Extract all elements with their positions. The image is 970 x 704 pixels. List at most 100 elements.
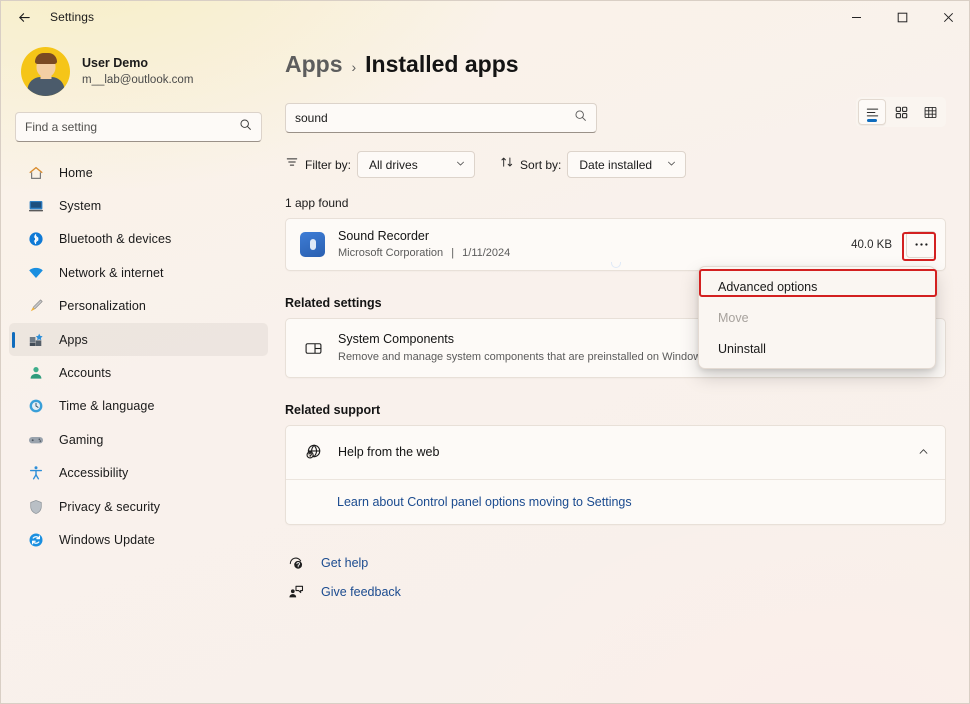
filter-group: Filter by: All drives: [285, 151, 475, 178]
sort-group: Sort by: Date installed: [500, 151, 686, 178]
app-publisher: Microsoft Corporation: [338, 247, 443, 259]
back-arrow-icon[interactable]: [7, 2, 41, 32]
feedback-icon: [285, 584, 307, 600]
search-input[interactable]: [25, 120, 239, 134]
sidebar: User Demo m__lab@outlook.com Home: [1, 33, 276, 704]
sidebar-item-personalization[interactable]: Personalization: [9, 290, 268, 323]
sidebar-item-apps[interactable]: Apps: [9, 323, 268, 356]
sidebar-item-time-language[interactable]: Time & language: [9, 390, 268, 423]
sidebar-item-label: Network & internet: [59, 266, 164, 280]
list-view-button[interactable]: [858, 99, 886, 125]
context-menu-item-advanced-options[interactable]: Advanced options: [702, 271, 932, 302]
network-icon: [27, 264, 44, 281]
window-controls: [833, 1, 970, 33]
maximize-button[interactable]: [879, 1, 925, 33]
update-icon: [27, 531, 44, 548]
related-support-card: Help from the web Learn about Control pa…: [285, 425, 946, 525]
breadcrumb-separator: ›: [352, 59, 357, 75]
more-options-button[interactable]: [906, 231, 936, 258]
title-bar: Settings: [1, 1, 970, 33]
sidebar-item-label: Bluetooth & devices: [59, 232, 171, 246]
filter-label: Filter by:: [305, 158, 351, 172]
system-icon: [27, 198, 44, 215]
help-from-web-row[interactable]: Help from the web: [286, 426, 945, 479]
sidebar-item-label: Personalization: [59, 299, 146, 313]
row-title: Help from the web: [338, 444, 918, 461]
app-install-date: 1/11/2024: [462, 247, 510, 259]
app-search-box[interactable]: [285, 103, 597, 133]
breadcrumb: Apps › Installed apps: [285, 51, 970, 87]
footer-links: Get help Give feedback: [285, 548, 970, 606]
filter-value: All drives: [369, 158, 418, 172]
sidebar-item-label: Time & language: [59, 399, 155, 413]
sidebar-item-bluetooth-devices[interactable]: Bluetooth & devices: [9, 223, 268, 256]
context-menu-item-label: Move: [718, 311, 749, 325]
sidebar-item-label: Accounts: [59, 366, 111, 380]
sidebar-item-network-internet[interactable]: Network & internet: [9, 256, 268, 289]
settings-search-box[interactable]: [15, 112, 262, 142]
table-row[interactable]: Sound Recorder Microsoft Corporation | 1…: [286, 219, 945, 270]
control-panel-link[interactable]: Learn about Control panel options moving…: [337, 495, 632, 509]
home-icon: [27, 164, 44, 181]
sidebar-item-accounts[interactable]: Accounts: [9, 356, 268, 389]
minimize-button[interactable]: [833, 1, 879, 33]
support-link-row[interactable]: Learn about Control panel options moving…: [286, 480, 945, 524]
sidebar-item-gaming[interactable]: Gaming: [9, 423, 268, 456]
context-menu: Advanced options Move Uninstall: [698, 266, 936, 369]
sidebar-item-accessibility[interactable]: Accessibility: [9, 457, 268, 490]
sidebar-item-label: Windows Update: [59, 533, 155, 547]
apps-icon: [27, 331, 44, 348]
sidebar-item-label: Home: [59, 166, 93, 180]
sort-value: Date installed: [579, 158, 652, 172]
close-button[interactable]: [925, 1, 970, 33]
globe-help-icon: [302, 443, 324, 462]
app-search-input[interactable]: [295, 111, 574, 125]
window-title: Settings: [50, 10, 94, 24]
get-help-link[interactable]: Get help: [285, 548, 970, 577]
sidebar-item-home[interactable]: Home: [9, 156, 268, 189]
settings-window: Settings User Demo: [0, 0, 970, 704]
context-menu-item-label: Uninstall: [718, 342, 766, 356]
account-text: User Demo m__lab@outlook.com: [82, 56, 193, 88]
sidebar-item-windows-update[interactable]: Windows Update: [9, 523, 268, 556]
filter-icon: [285, 155, 299, 174]
time-icon: [27, 398, 44, 415]
search-icon: [239, 118, 252, 136]
row-text: Help from the web: [338, 444, 918, 461]
app-subtitle: Microsoft Corporation | 1/11/2024: [338, 246, 510, 260]
filter-dropdown[interactable]: All drives: [357, 151, 475, 178]
app-size: 40.0 KB: [851, 239, 892, 251]
context-menu-item-label: Advanced options: [718, 280, 817, 294]
breadcrumb-parent[interactable]: Apps: [285, 51, 343, 78]
context-menu-item-uninstall[interactable]: Uninstall: [702, 333, 932, 364]
accounts-icon: [27, 365, 44, 382]
app-name: Sound Recorder: [338, 228, 510, 244]
sidebar-item-label: System: [59, 199, 101, 213]
gaming-icon: [27, 431, 44, 448]
table-view-button[interactable]: [916, 99, 944, 125]
sort-dropdown[interactable]: Date installed: [567, 151, 686, 178]
get-help-icon: [285, 555, 307, 571]
filter-sort-row: Filter by: All drives: [285, 151, 970, 178]
sort-label: Sort by:: [520, 158, 561, 172]
accessibility-icon: [27, 465, 44, 482]
tile-view-button[interactable]: [887, 99, 915, 125]
privacy-icon: [27, 498, 44, 515]
account-name: User Demo: [82, 56, 193, 72]
personalization-icon: [27, 298, 44, 315]
chevron-up-icon: [918, 446, 929, 460]
context-menu-item-move: Move: [702, 302, 932, 333]
view-toggle-group: [856, 97, 946, 127]
app-sub-separator: |: [451, 247, 454, 259]
avatar: [21, 47, 70, 96]
give-feedback-link[interactable]: Give feedback: [285, 577, 970, 606]
chevron-down-icon: [455, 158, 466, 172]
sidebar-item-privacy-security[interactable]: Privacy & security: [9, 490, 268, 523]
account-block[interactable]: User Demo m__lab@outlook.com: [9, 33, 268, 106]
page-title: Installed apps: [365, 51, 518, 78]
app-list-card: Sound Recorder Microsoft Corporation | 1…: [285, 218, 946, 271]
sort-icon: [500, 155, 514, 174]
chevron-down-icon: [666, 158, 677, 172]
bluetooth-icon: [27, 231, 44, 248]
sidebar-item-system[interactable]: System: [9, 189, 268, 222]
